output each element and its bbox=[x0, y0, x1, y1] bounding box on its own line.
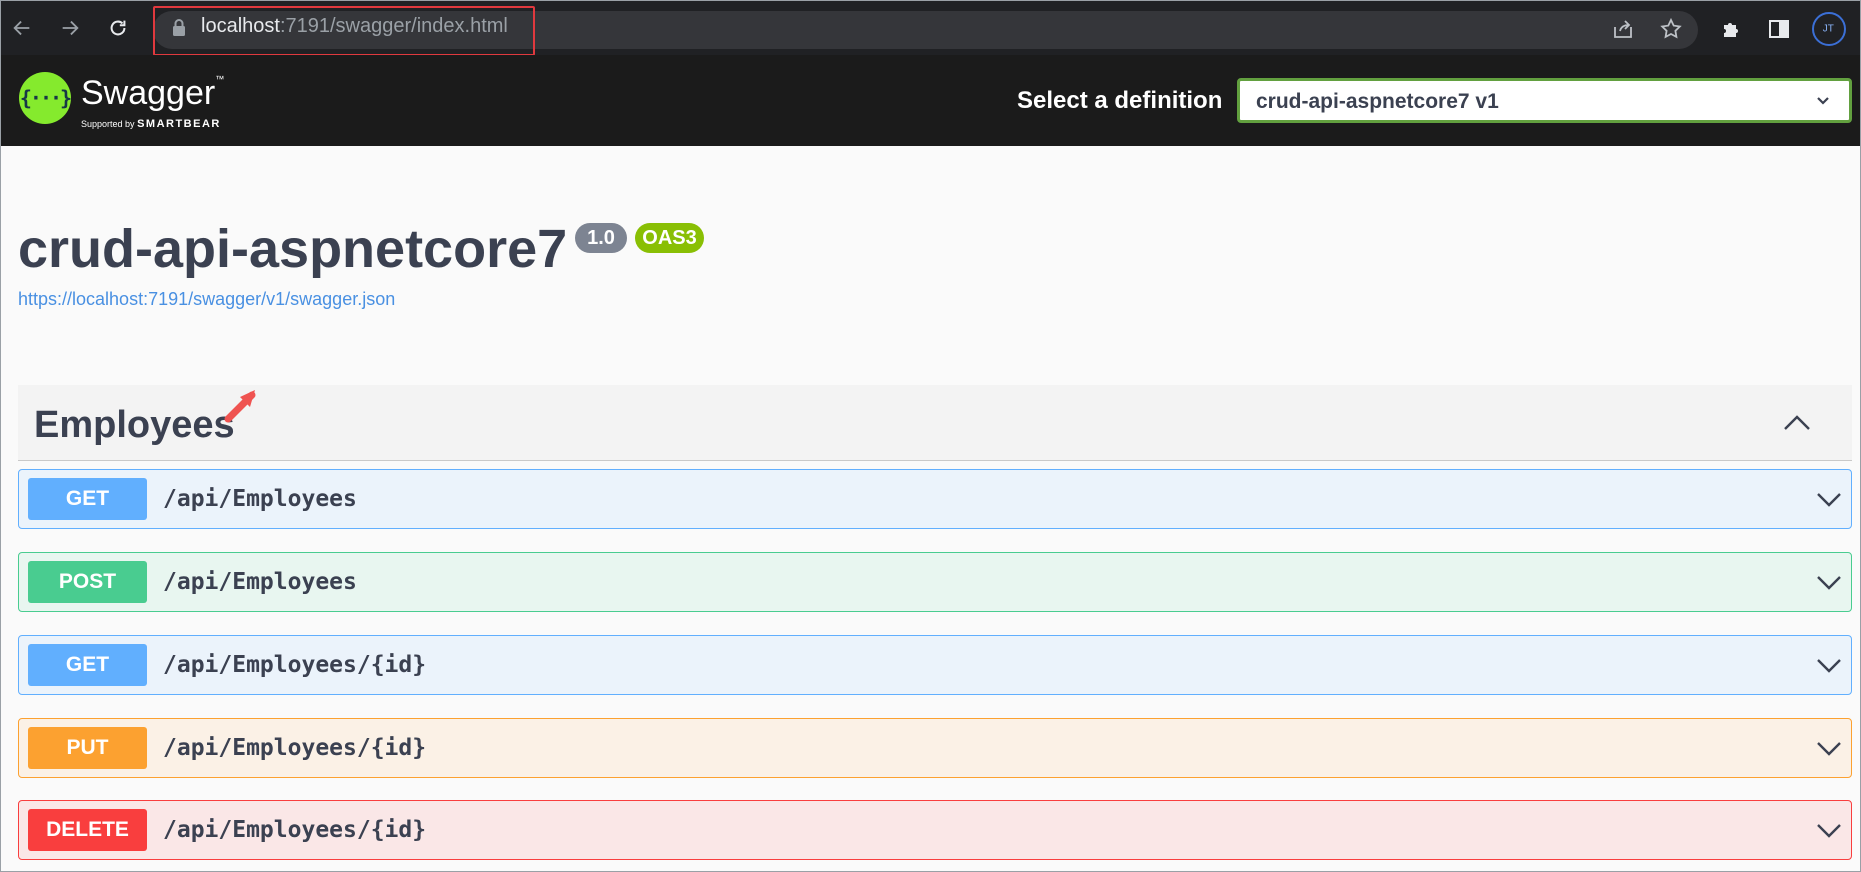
tag-title: Employees bbox=[34, 404, 235, 446]
operation-post-employees[interactable]: POST /api/Employees bbox=[18, 552, 1852, 612]
profile-avatar[interactable]: JT bbox=[1804, 4, 1854, 54]
tag-header[interactable]: Employees bbox=[18, 385, 1852, 461]
swagger-brand-text: Swagger bbox=[81, 74, 216, 112]
star-icon[interactable] bbox=[1657, 15, 1685, 43]
back-arrow-icon[interactable] bbox=[5, 11, 39, 45]
chevron-down-icon[interactable] bbox=[1815, 572, 1843, 592]
swagger-logo-icon[interactable]: {···} bbox=[19, 72, 72, 124]
smartbear-text: SMARTBEAR bbox=[137, 118, 221, 130]
side-panel-icon[interactable] bbox=[1765, 15, 1793, 43]
supported-by-text: Supported by bbox=[81, 119, 135, 129]
method-badge: GET bbox=[28, 644, 147, 686]
chevron-down-icon[interactable] bbox=[1815, 655, 1843, 675]
operation-delete-employee[interactable]: DELETE /api/Employees/{id} bbox=[18, 800, 1852, 860]
url-highlight-box bbox=[153, 6, 535, 56]
swagger-topbar: {···} Swagger™ Supported by SMARTBEAR Se… bbox=[0, 55, 1861, 146]
definition-label: Select a definition bbox=[1017, 87, 1223, 114]
swagger-logo-glyph: {···} bbox=[19, 86, 72, 110]
share-icon[interactable] bbox=[1609, 15, 1637, 43]
chevron-down-icon[interactable] bbox=[1815, 738, 1843, 758]
puzzle-icon[interactable] bbox=[1717, 15, 1745, 43]
chevron-up-icon[interactable] bbox=[1782, 411, 1812, 433]
reload-icon[interactable] bbox=[101, 11, 135, 45]
version-badge: 1.0 bbox=[575, 223, 627, 253]
operation-path: /api/Employees bbox=[163, 486, 357, 512]
swagger-brand[interactable]: Swagger™ bbox=[81, 74, 224, 113]
method-badge: POST bbox=[28, 561, 147, 603]
definition-select[interactable]: crud-api-aspnetcore7 v1 bbox=[1237, 78, 1852, 123]
profile-initials: JT bbox=[1823, 23, 1835, 35]
forward-arrow-icon[interactable] bbox=[53, 11, 87, 45]
oas-badge: OAS3 bbox=[635, 223, 704, 253]
operation-put-employee[interactable]: PUT /api/Employees/{id} bbox=[18, 718, 1852, 778]
operation-path: /api/Employees/{id} bbox=[163, 817, 427, 843]
swagger-trademark: ™ bbox=[215, 74, 225, 84]
supported-by: Supported by SMARTBEAR bbox=[81, 118, 221, 130]
chevron-down-icon bbox=[1817, 97, 1829, 105]
browser-toolbar: localhost:7191/swagger/index.html JT bbox=[0, 0, 1861, 56]
chevron-down-icon[interactable] bbox=[1815, 820, 1843, 840]
spec-url-link[interactable]: https://localhost:7191/swagger/v1/swagge… bbox=[18, 289, 395, 310]
operation-path: /api/Employees bbox=[163, 569, 357, 595]
method-badge: GET bbox=[28, 478, 147, 520]
operation-get-employee-by-id[interactable]: GET /api/Employees/{id} bbox=[18, 635, 1852, 695]
method-badge: PUT bbox=[28, 727, 147, 769]
operation-get-employees[interactable]: GET /api/Employees bbox=[18, 469, 1852, 529]
definition-selected-value: crud-api-aspnetcore7 v1 bbox=[1256, 90, 1499, 113]
operation-path: /api/Employees/{id} bbox=[163, 652, 427, 678]
chevron-down-icon[interactable] bbox=[1815, 489, 1843, 509]
operation-path: /api/Employees/{id} bbox=[163, 735, 427, 761]
api-title: crud-api-aspnetcore7 bbox=[18, 219, 568, 279]
method-badge: DELETE bbox=[28, 809, 147, 851]
annotation-arrow-icon bbox=[224, 390, 256, 423]
